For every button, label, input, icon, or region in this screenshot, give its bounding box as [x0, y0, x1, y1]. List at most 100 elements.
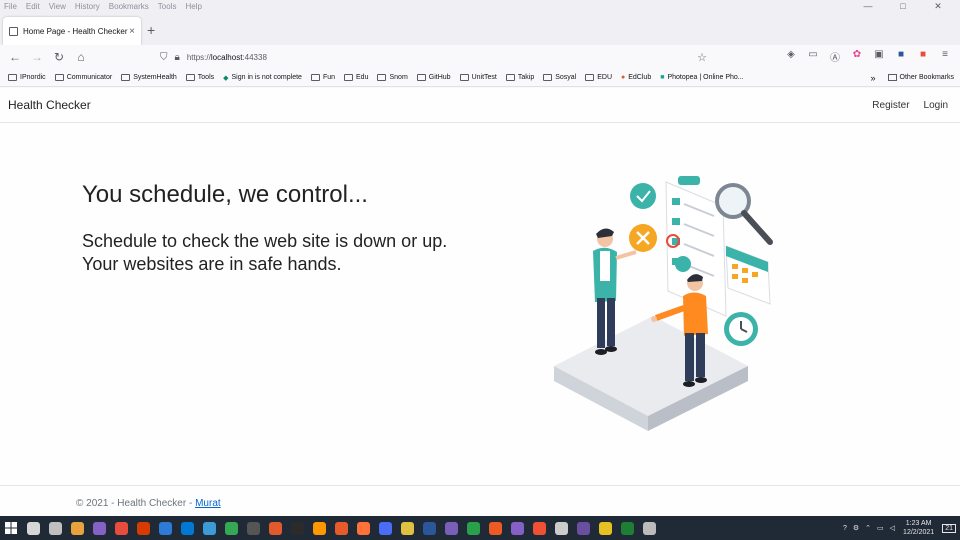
bookmark-tools[interactable]: Tools [185, 74, 214, 81]
close-tab-icon[interactable]: × [129, 26, 135, 37]
pocket-icon[interactable]: ◈ [780, 49, 802, 64]
taskbar-app-icon[interactable] [66, 516, 88, 540]
taskbar-app-icon[interactable] [550, 516, 572, 540]
bookmark-snom[interactable]: Snom [377, 74, 408, 81]
bookmark-communicator[interactable]: Communicator [54, 74, 112, 81]
bookmark-photopea[interactable]: ■ Photopea | Online Pho... [660, 74, 743, 81]
help-icon[interactable]: ? [843, 525, 847, 532]
folder-icon [185, 74, 195, 81]
taskbar-app-icon[interactable] [132, 516, 154, 540]
folder-icon [887, 74, 897, 81]
taskbar-app-icon[interactable] [484, 516, 506, 540]
minimize-button[interactable]: — [855, 0, 881, 12]
bookmark-ipnordic[interactable]: IPnordic [8, 74, 46, 81]
tab-home-page[interactable]: Home Page - Health Checker × [3, 17, 141, 45]
windows-start-icon[interactable] [0, 516, 22, 540]
taskbar-app-icon[interactable] [198, 516, 220, 540]
reload-icon[interactable]: ↻ [48, 47, 70, 67]
forward-arrow-icon[interactable]: → [26, 47, 48, 67]
new-tab-button[interactable]: + [147, 22, 155, 38]
menu-bar: File Edit View History Bookmarks Tools H… [0, 0, 960, 12]
taskbar-app-icon[interactable] [242, 516, 264, 540]
taskbar-app-icon[interactable] [462, 516, 484, 540]
taskbar-app-icon[interactable] [638, 516, 660, 540]
notification-icon[interactable]: 21 [942, 523, 956, 533]
other-bookmarks[interactable]: » Other Bookmarks [871, 73, 954, 83]
menu-hamburger-icon[interactable]: ≡ [934, 49, 956, 64]
taskbar-app-icon[interactable] [110, 516, 132, 540]
account-icon[interactable]: Ⓐ [824, 49, 846, 64]
menu-bookmarks[interactable]: Bookmarks [109, 2, 149, 11]
bookmark-sosyal[interactable]: Sosyal [543, 74, 576, 81]
network-icon[interactable]: ▭ [877, 524, 884, 532]
extension-red-icon[interactable]: ■ [912, 49, 934, 64]
taskbar-app-icon[interactable] [374, 516, 396, 540]
bookmark-fun[interactable]: Fun [310, 74, 335, 81]
shield-icon[interactable]: ⛉ [160, 52, 168, 63]
folder-icon [8, 74, 17, 81]
register-link[interactable]: Register [872, 100, 909, 111]
footer-author-link[interactable]: Murat [195, 498, 221, 509]
settings-icon[interactable]: ⚙ [853, 524, 859, 532]
folder-icon [54, 74, 64, 81]
bookmarks-bar: IPnordic Communicator SystemHealth Tools… [0, 69, 960, 87]
reader-icon[interactable]: ▭ [802, 49, 824, 64]
maximize-button[interactable]: □ [890, 0, 916, 12]
extension-puzzle-icon[interactable]: ▣ [868, 49, 890, 64]
menu-history[interactable]: History [75, 2, 100, 11]
taskbar-app-icon[interactable] [154, 516, 176, 540]
taskbar-app-icon[interactable] [88, 516, 110, 540]
volume-icon[interactable]: ◁ [890, 524, 895, 532]
menu-edit[interactable]: Edit [26, 2, 40, 11]
bookmark-sign-in[interactable]: ◆ Sign in is not complete [223, 74, 302, 82]
lock-icon[interactable]: 🔒︎ [175, 52, 180, 63]
site-brand[interactable]: Health Checker [8, 98, 91, 112]
menu-view[interactable]: View [49, 2, 66, 11]
site-navbar: Health Checker Register Login [0, 88, 960, 123]
address-bar[interactable]: ⛉ 🔒︎ https:// localhost :44338 ☆ [160, 47, 715, 67]
taskbar-app-icon[interactable] [506, 516, 528, 540]
taskbar-app-icon[interactable] [616, 516, 638, 540]
taskbar-app-icon[interactable] [396, 516, 418, 540]
taskbar-app-icon[interactable] [264, 516, 286, 540]
taskbar-app-icon[interactable] [286, 516, 308, 540]
menu-tools[interactable]: Tools [158, 2, 177, 11]
taskbar-app-icon[interactable] [440, 516, 462, 540]
home-icon[interactable]: ⌂ [70, 47, 92, 67]
url-port: :44338 [242, 52, 267, 62]
bookmark-edu-upper[interactable]: EDU [585, 74, 612, 81]
taskbar-app-icon[interactable] [22, 516, 44, 540]
bookmark-star-icon[interactable]: ☆ [697, 51, 707, 64]
bookmark-takip[interactable]: Takip [505, 74, 534, 81]
taskbar-app-icon[interactable] [220, 516, 242, 540]
taskbar-app-icon[interactable] [44, 516, 66, 540]
taskbar-app-icon[interactable] [330, 516, 352, 540]
taskbar-app-icon[interactable] [176, 516, 198, 540]
taskbar-app-icon[interactable] [418, 516, 440, 540]
taskbar-apps [22, 516, 660, 540]
footer-text: © 2021 - Health Checker - [76, 498, 196, 509]
bookmark-unittest[interactable]: UnitTest [459, 74, 497, 81]
chevron-up-icon[interactable]: ⌃ [865, 524, 871, 532]
extension-blue-icon[interactable]: ■ [890, 49, 912, 64]
chevron-right-icon[interactable]: » [871, 73, 876, 83]
close-window-button[interactable]: ✕ [925, 0, 951, 12]
toolbar-icons: ◈ ▭ Ⓐ ✿ ▣ ■ ■ ≡ [780, 49, 956, 64]
bookmark-systemhealth[interactable]: SystemHealth [121, 74, 177, 81]
taskbar-app-icon[interactable] [594, 516, 616, 540]
bookmark-edclub[interactable]: ● EdClub [621, 74, 651, 81]
taskbar-app-icon[interactable] [528, 516, 550, 540]
back-arrow-icon[interactable]: ← [4, 47, 26, 67]
taskbar-app-icon[interactable] [572, 516, 594, 540]
photopea-icon: ■ [660, 74, 665, 81]
taskbar-app-icon[interactable] [352, 516, 374, 540]
taskbar-app-icon[interactable] [308, 516, 330, 540]
clock[interactable]: 1:23 AM 12/2/2021 [903, 519, 934, 537]
menu-file[interactable]: File [4, 2, 17, 11]
folder-icon [377, 74, 387, 81]
extension-color-icon[interactable]: ✿ [846, 49, 868, 64]
bookmark-edu[interactable]: Edu [344, 74, 368, 81]
bookmark-github[interactable]: GitHub [416, 74, 451, 81]
login-link[interactable]: Login [924, 100, 948, 111]
menu-help[interactable]: Help [185, 2, 201, 11]
